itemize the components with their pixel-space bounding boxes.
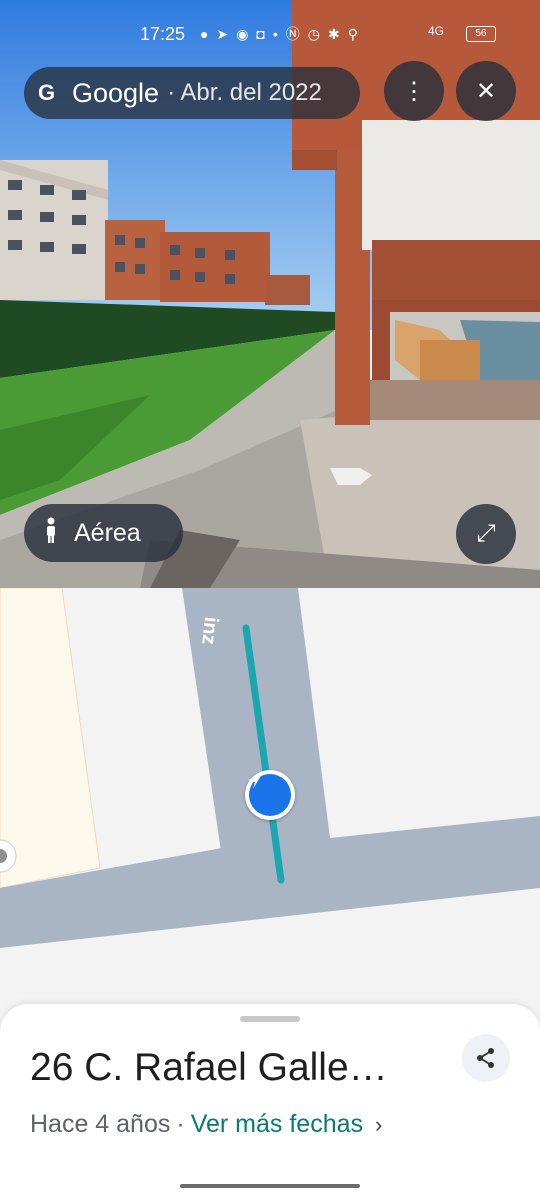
chat-icon: ● [200,26,209,42]
more-vert-icon: ⋮ [402,77,426,105]
close-icon: ✕ [475,77,497,105]
media-icon: ◉ [236,25,249,42]
share-button[interactable] [462,1034,510,1082]
share-icon [477,1048,494,1068]
chevron-right-icon[interactable]: › [375,1112,382,1138]
nfc-icon: Ⓝ [285,26,300,42]
imagery-date-pill[interactable]: G Google · Abr. del 2022 [24,67,360,119]
fullscreen-button[interactable]: ⤢ [456,504,516,564]
google-g-icon: G [38,80,56,105]
aerial-view-label: Aérea [74,518,141,547]
telegram-icon: ➤ [216,25,229,42]
position-marker [245,770,295,820]
alarm-icon: ◷ [307,25,321,42]
see-more-dates-link[interactable]: Ver más fechas [191,1110,363,1139]
status-icons: ● ➤ ◉ ◘ • Ⓝ ◷ ✱ ⚲ [200,24,358,44]
status-bar: 17:25 ● ➤ ◉ ◘ • Ⓝ ◷ ✱ ⚲ 4G 56 [0,0,540,70]
drag-handle[interactable] [240,1016,300,1022]
app-icon: ◘ [256,26,265,42]
status-time: 17:25 [140,24,186,44]
imagery-age: Hace 4 años [30,1110,171,1138]
network-signal: 4G [428,24,445,38]
google-wordmark: Google [72,77,160,108]
battery-indicator: 56 [466,26,496,42]
aerial-view-button[interactable]: Aérea [24,504,183,562]
separator: · [176,1110,185,1138]
imagery-date: · Abr. del 2022 [167,79,322,106]
street-label: inz [197,615,222,646]
person-icon [44,517,58,550]
dot-icon: • [272,26,278,42]
expand-icon: ⤢ [476,520,496,547]
imagery-age-row: Hace 4 años · Ver más fechas › [30,1110,382,1139]
close-button[interactable]: ✕ [456,61,516,121]
location-icon: ⚲ [347,25,359,42]
place-address: 26 C. Rafael Galle… [30,1046,388,1089]
gesture-nav-bar[interactable] [180,1184,360,1188]
place-info-sheet[interactable]: 26 C. Rafael Galle… Hace 4 años · Ver má… [0,1004,540,1199]
more-options-button[interactable]: ⋮ [384,61,444,121]
bluetooth-icon: ✱ [328,25,340,42]
direction-arrow-icon [248,774,291,816]
